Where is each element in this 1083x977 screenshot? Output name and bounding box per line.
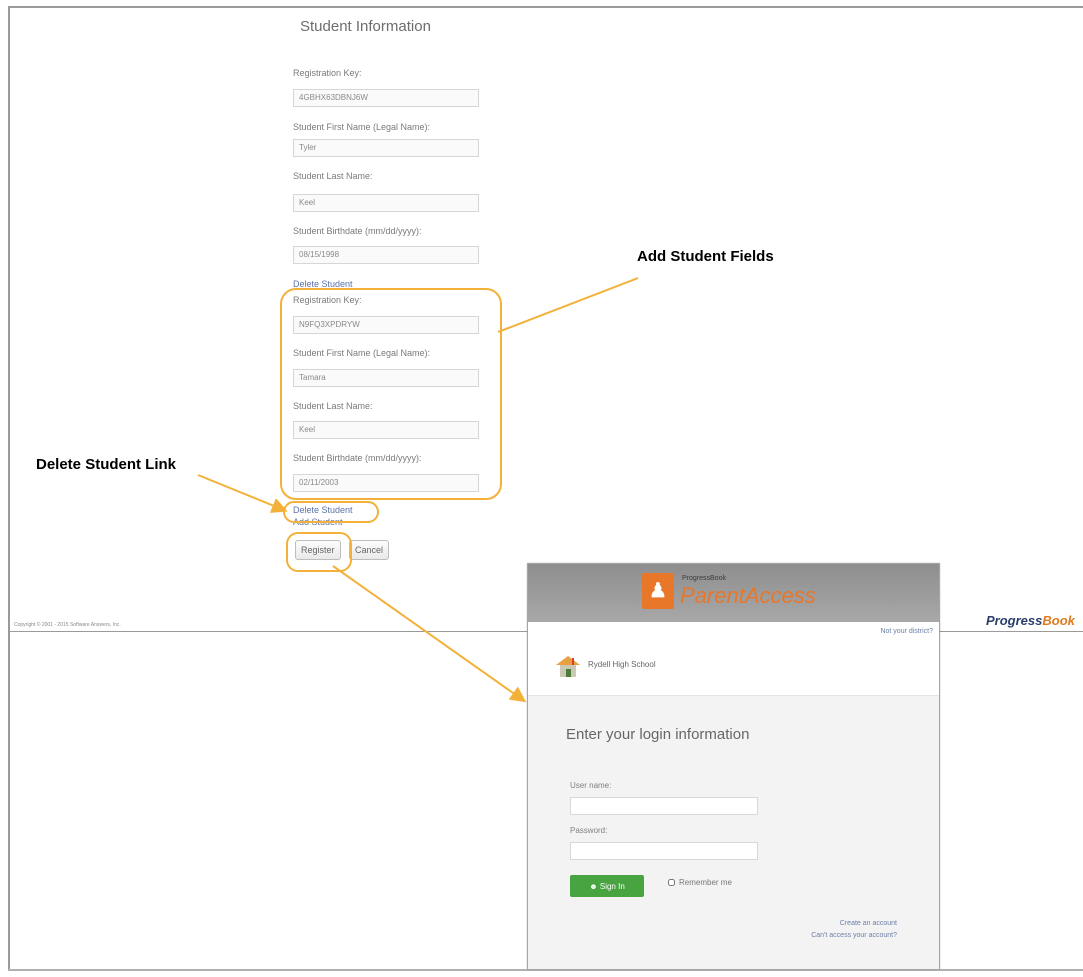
remember-me[interactable]: Remember me — [668, 878, 732, 887]
window-left-border — [8, 6, 10, 971]
student1-first-name-label: Student First Name (Legal Name): — [293, 122, 431, 132]
logo-part-2: Book — [1042, 613, 1075, 628]
page-title: Student Information — [300, 18, 431, 35]
student1-reg-key-input[interactable]: 4GBHX63DBNJ6W — [293, 89, 479, 107]
username-input[interactable] — [570, 797, 758, 815]
window-bottom-border — [8, 969, 1083, 971]
school-house-icon — [556, 656, 580, 677]
brand-big-text: ParentAccess — [680, 583, 816, 608]
username-label: User name: — [570, 781, 612, 790]
register-to-login-arrow — [332, 565, 527, 703]
cancel-button[interactable]: Cancel — [349, 540, 390, 560]
signin-button[interactable]: ☻ Sign In — [570, 875, 644, 897]
login-title: Enter your login information — [566, 726, 750, 743]
password-input[interactable] — [570, 842, 758, 860]
delete-link-arrow — [197, 474, 288, 513]
add-fields-callout-line — [497, 277, 639, 333]
copyright-text: Copyright © 2001 - 2015 Software Answers… — [14, 622, 121, 628]
remember-me-label: Remember me — [679, 878, 732, 887]
student1-last-name-label: Student Last Name: — [293, 171, 373, 181]
delete-student-highlight — [283, 501, 379, 523]
register-highlight — [286, 532, 352, 572]
login-form: Enter your login information User name: … — [528, 695, 939, 969]
signin-button-label: Sign In — [599, 881, 625, 891]
student1-last-name-input[interactable]: Keel — [293, 194, 479, 212]
logo-part-1: Progress — [986, 613, 1043, 628]
cant-access-link[interactable]: Can't access your account? — [811, 932, 897, 939]
school-name: Rydell High School — [588, 660, 656, 669]
remember-me-checkbox[interactable] — [668, 879, 675, 887]
student1-birthdate-label: Student Birthdate (mm/dd/yyyy): — [293, 226, 422, 236]
add-student-fields-annotation: Add Student Fields — [637, 248, 774, 265]
family-icon: ♟ — [642, 573, 674, 609]
progressbook-logo: ProgressBook — [986, 613, 1075, 628]
login-panel: ♟ ProgressBook ParentAccess Not your dis… — [527, 563, 940, 969]
student1-birthdate-input[interactable]: 08/15/1998 — [293, 246, 479, 264]
create-account-link[interactable]: Create an account — [840, 920, 897, 927]
brand-small-text: ProgressBook — [682, 575, 726, 582]
find-district-link[interactable]: Not your district? — [880, 628, 933, 635]
student1-first-name-input[interactable]: Tyler — [293, 139, 479, 157]
student1-reg-key-label: Registration Key: — [293, 68, 362, 78]
window-top-border — [8, 6, 1083, 8]
login-header: ♟ ProgressBook ParentAccess — [528, 564, 939, 622]
add-student-fields-highlight — [280, 288, 502, 500]
delete-student-link-annotation: Delete Student Link — [36, 456, 177, 473]
password-label: Password: — [570, 826, 608, 835]
